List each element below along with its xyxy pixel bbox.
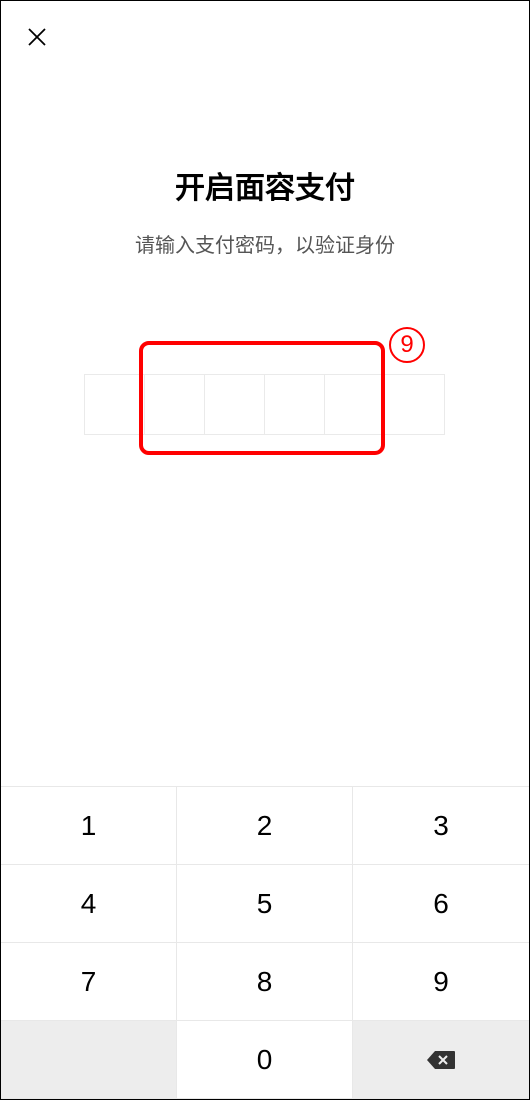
pin-digit-2: [144, 374, 205, 435]
keypad-key-3[interactable]: 3: [353, 787, 529, 865]
keypad-key-7[interactable]: 7: [1, 943, 177, 1021]
close-icon: [25, 25, 49, 49]
keypad-key-1[interactable]: 1: [1, 787, 177, 865]
numeric-keypad: 1 2 3 4 5 6 7 8 9 0: [1, 786, 529, 1099]
keypad-blank: [1, 1021, 177, 1099]
keypad-key-8[interactable]: 8: [177, 943, 353, 1021]
keypad-backspace[interactable]: [353, 1021, 529, 1099]
keypad-key-5[interactable]: 5: [177, 865, 353, 943]
page-subtitle: 请输入支付密码，以验证身份: [1, 229, 529, 258]
page-title: 开启面容支付: [1, 163, 529, 207]
keypad-key-2[interactable]: 2: [177, 787, 353, 865]
keypad-key-0[interactable]: 0: [177, 1021, 353, 1099]
pin-digit-5: [324, 374, 385, 435]
pin-digit-1: [84, 374, 145, 435]
annotation-number-badge: 9: [389, 327, 425, 363]
backspace-icon: [426, 1049, 456, 1071]
header-area: 开启面容支付 请输入支付密码，以验证身份: [1, 163, 529, 258]
keypad-key-9[interactable]: 9: [353, 943, 529, 1021]
close-button[interactable]: [23, 23, 51, 51]
keypad-key-4[interactable]: 4: [1, 865, 177, 943]
keypad-key-6[interactable]: 6: [353, 865, 529, 943]
pin-input-container[interactable]: [84, 374, 445, 435]
pin-digit-6: [384, 374, 445, 435]
pin-digit-4: [264, 374, 325, 435]
pin-digit-3: [204, 374, 265, 435]
